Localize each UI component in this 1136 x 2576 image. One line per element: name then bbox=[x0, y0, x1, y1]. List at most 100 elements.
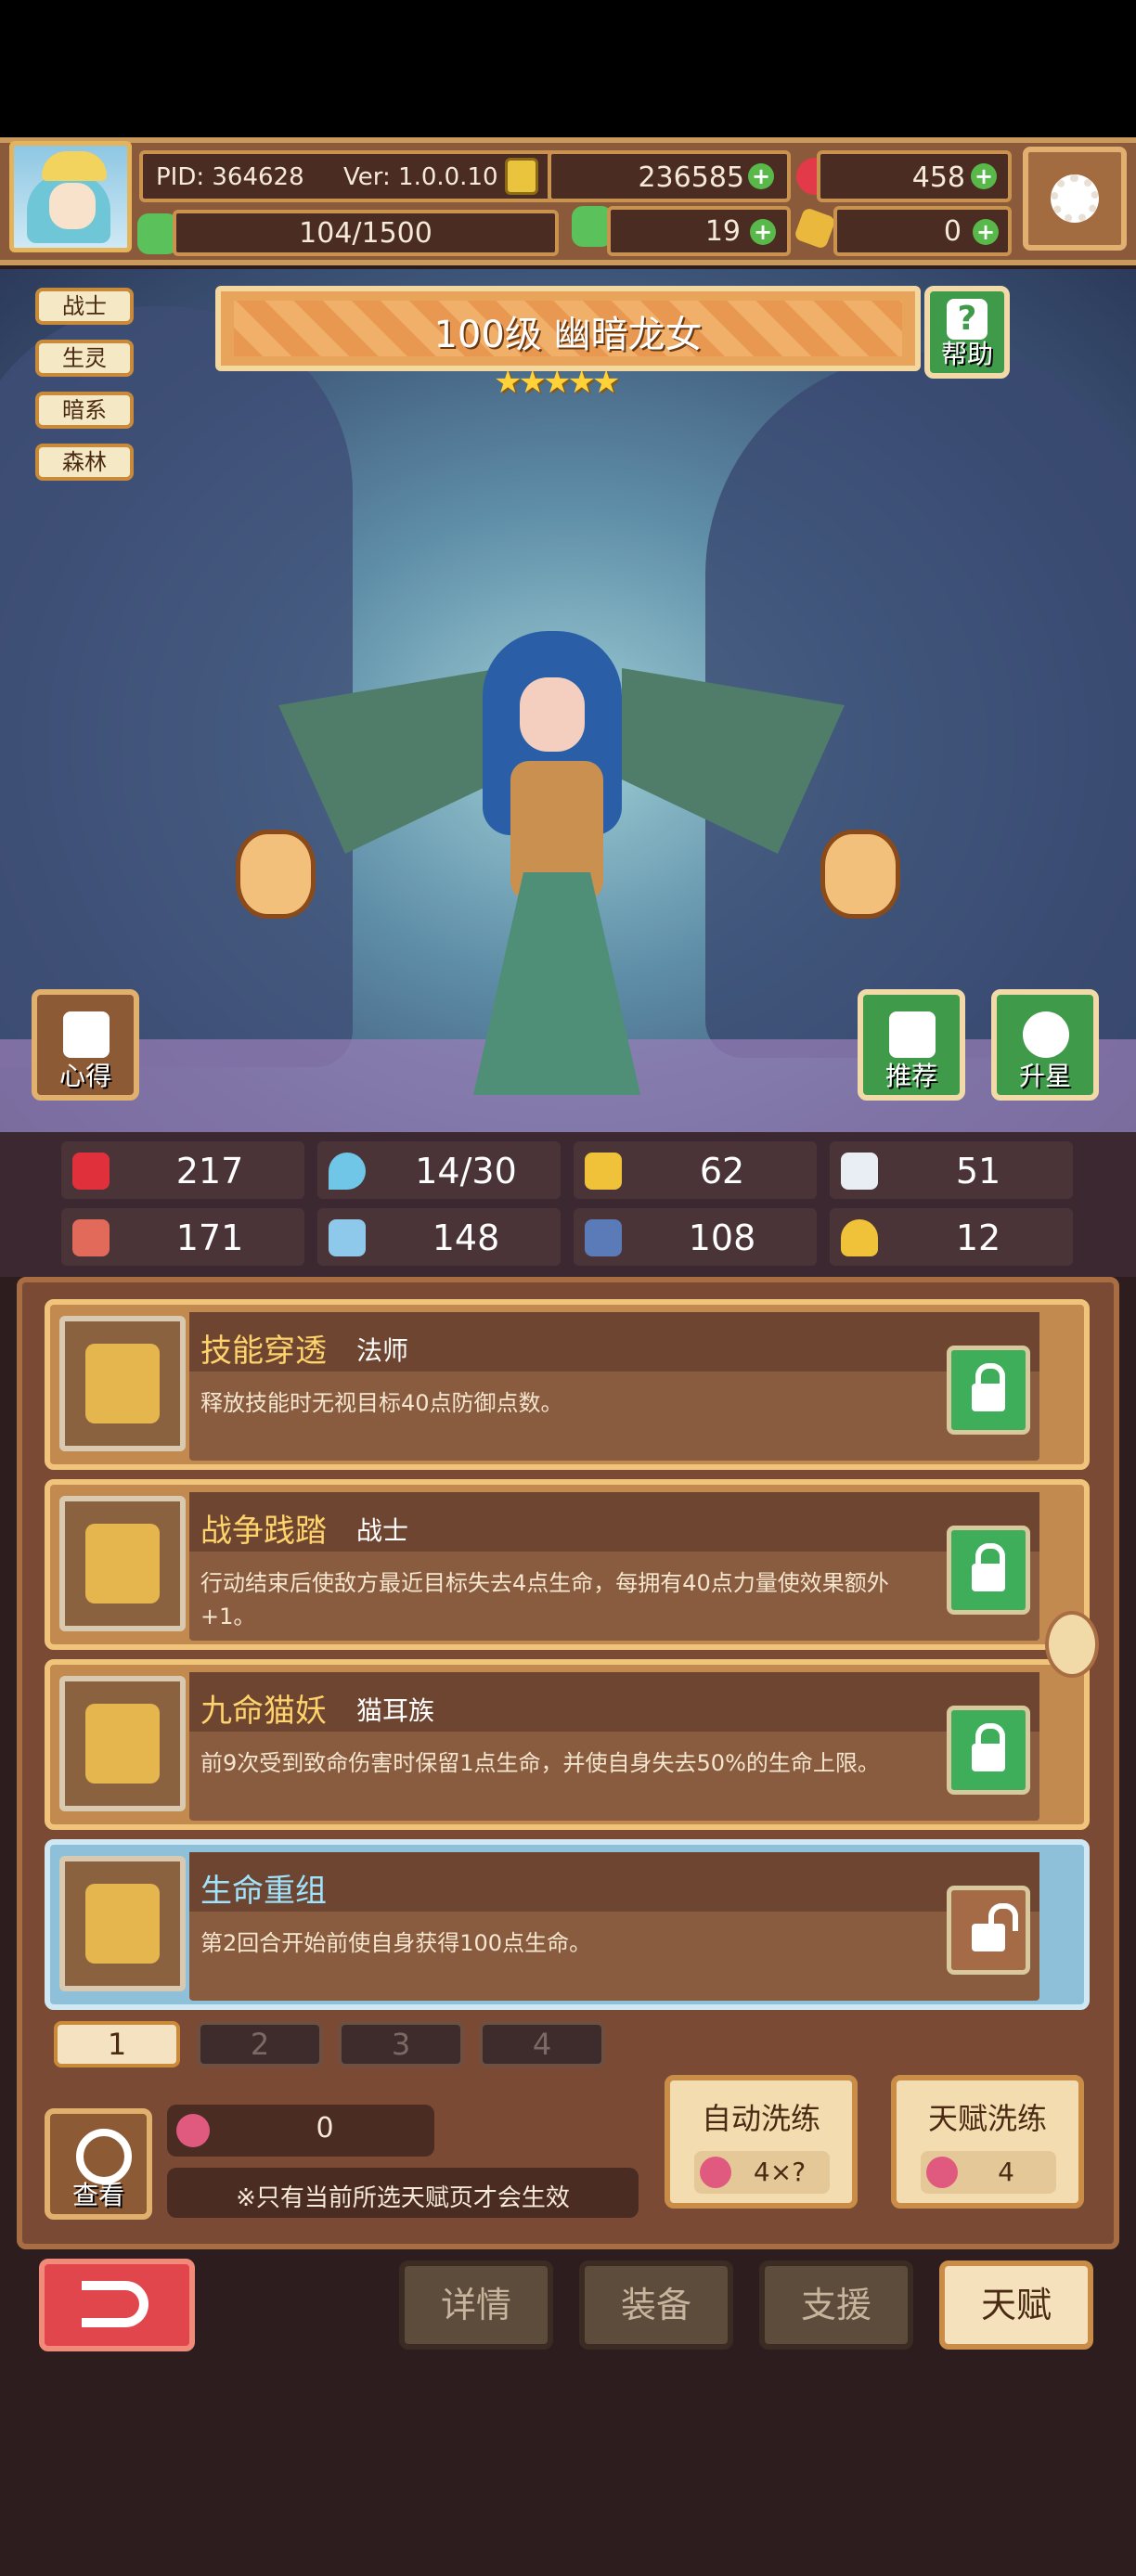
talent-desc: 释放技能时无视目标40点防御点数。 bbox=[200, 1390, 563, 1416]
clover-panel: 19 + bbox=[607, 206, 791, 256]
add-clover-icon[interactable]: + bbox=[750, 219, 776, 245]
shield-icon bbox=[585, 1153, 622, 1190]
tag-race: 生灵 bbox=[35, 340, 134, 377]
talent-desc: 第2回合开始前使自身获得100点生命。 bbox=[200, 1930, 592, 1956]
stat-luck-value: 12 bbox=[955, 1217, 1001, 1258]
crossed-swords-shield-icon bbox=[59, 1496, 186, 1631]
lock-icon[interactable] bbox=[947, 1526, 1030, 1615]
help-button[interactable]: ? 帮助 bbox=[924, 286, 1010, 379]
auto-train-button[interactable]: 自动洗练 4×? bbox=[665, 2075, 858, 2209]
talent-train-cost: 4 bbox=[998, 2157, 1014, 2187]
talent-card-1[interactable]: 技能穿透 法师 释放技能时无视目标40点防御点数。 bbox=[45, 1299, 1090, 1470]
talent-name: 生命重组 bbox=[200, 1873, 327, 1910]
pid-version-panel: PID: 364628 Ver: 1.0.0.10 bbox=[139, 150, 564, 202]
view-button[interactable]: 查看 bbox=[45, 2108, 152, 2220]
nav-equipment[interactable]: 装备 bbox=[579, 2260, 733, 2350]
gear-icon bbox=[1051, 174, 1099, 223]
talent-page-tab-1[interactable]: 1 bbox=[54, 2021, 180, 2067]
stat-speed-value: 51 bbox=[955, 1151, 1001, 1191]
talent-card-3[interactable]: 九命猫妖 猫耳族 前9次受到致命伤害时保留1点生命，并使自身失去50%的生命上限… bbox=[45, 1659, 1090, 1830]
hero-title-banner: 100级 幽暗龙女 bbox=[215, 286, 921, 371]
notice-text: ※只有当前所选天赋页才会生效 bbox=[236, 2184, 570, 2212]
upgrade-star-button[interactable]: 升星 bbox=[991, 989, 1099, 1101]
talent-card-body: 九命猫妖 猫耳族 前9次受到致命伤害时保留1点生命，并使自身失去50%的生命上限… bbox=[189, 1672, 1039, 1821]
wing-icon bbox=[841, 1153, 878, 1190]
talent-train-cost-box: 4 bbox=[921, 2151, 1056, 2194]
talent-card-2[interactable]: 战争践踏 战士 行动结束后使敌方最近目标失去4点生命，每拥有40点力量使效果额外… bbox=[45, 1479, 1090, 1650]
fruit-icon bbox=[700, 2157, 731, 2188]
next-hero-arrow-icon[interactable] bbox=[820, 830, 900, 919]
fruit-count: 0 bbox=[316, 2112, 334, 2145]
talent-page-tab-2[interactable]: 2 bbox=[197, 2021, 323, 2067]
back-button[interactable] bbox=[39, 2259, 195, 2351]
stat-defense: 62 bbox=[574, 1141, 817, 1199]
hero-skirt bbox=[473, 872, 640, 1095]
stat-agility: 108 bbox=[574, 1208, 817, 1266]
recommend-button[interactable]: 推荐 bbox=[858, 989, 965, 1101]
talent-name: 战争践踏 bbox=[200, 1513, 327, 1550]
talent-card-body: 战争践踏 战士 行动结束后使敌方最近目标失去4点生命，每拥有40点力量使效果额外… bbox=[189, 1492, 1039, 1641]
tag-element: 暗系 bbox=[35, 392, 134, 429]
talent-desc: 前9次受到致命伤害时保留1点生命，并使自身失去50%的生命上限。 bbox=[200, 1750, 880, 1776]
stat-hp-value: 217 bbox=[175, 1151, 244, 1191]
nav-support[interactable]: 支援 bbox=[759, 2260, 913, 2350]
key-panel: 0 + bbox=[833, 206, 1012, 256]
nav-talent[interactable]: 天赋 bbox=[939, 2260, 1093, 2350]
talent-train-button[interactable]: 天赋洗练 4 bbox=[891, 2075, 1084, 2209]
pid-text: PID: 364628 bbox=[156, 163, 304, 191]
player-avatar[interactable] bbox=[9, 141, 132, 252]
nav-details[interactable]: 详情 bbox=[399, 2260, 553, 2350]
notice-box: ※只有当前所选天赋页才会生效 bbox=[167, 2168, 639, 2218]
gold-panel: 236585 + bbox=[548, 150, 791, 202]
back-arrow-icon bbox=[82, 2281, 148, 2327]
notes-label: 心得 bbox=[58, 1061, 111, 1091]
settings-button[interactable] bbox=[1023, 147, 1127, 251]
talent-name: 九命猫妖 bbox=[200, 1693, 327, 1730]
cat-head-icon bbox=[59, 1676, 186, 1811]
talent-class: 战士 bbox=[356, 1515, 409, 1546]
thumbs-up-icon bbox=[889, 1011, 936, 1058]
stat-mana-value: 14/30 bbox=[415, 1151, 517, 1191]
fruit-icon bbox=[926, 2157, 958, 2188]
unlock-icon[interactable] bbox=[947, 1886, 1030, 1975]
prev-hero-arrow-icon[interactable] bbox=[236, 830, 316, 919]
stamina-value: 104/1500 bbox=[299, 217, 432, 250]
boot-icon bbox=[585, 1219, 622, 1256]
stamina-bar: 104/1500 bbox=[173, 210, 559, 256]
scroll-handle-icon[interactable] bbox=[1045, 1611, 1099, 1678]
talent-card-body: 生命重组 第2回合开始前使自身获得100点生命。 bbox=[189, 1852, 1039, 2001]
version-text: Ver: 1.0.0.10 bbox=[343, 163, 498, 191]
auto-train-label: 自动洗练 bbox=[701, 2101, 820, 2136]
hero-face bbox=[520, 677, 585, 752]
lock-icon[interactable] bbox=[947, 1706, 1030, 1795]
water-drop-icon bbox=[329, 1153, 366, 1190]
add-key-icon[interactable]: + bbox=[973, 219, 999, 245]
talent-page-tab-4[interactable]: 4 bbox=[479, 2021, 605, 2067]
hero-title: 100级 幽暗龙女 bbox=[433, 314, 703, 356]
notes-button[interactable]: 心得 bbox=[32, 989, 139, 1101]
recommend-label: 推荐 bbox=[884, 1061, 937, 1091]
lock-icon[interactable] bbox=[947, 1346, 1030, 1435]
fist-icon bbox=[72, 1219, 110, 1256]
view-label: 查看 bbox=[71, 2180, 124, 2210]
add-gold-icon[interactable]: + bbox=[748, 163, 774, 189]
talent-card-4[interactable]: 生命重组 第2回合开始前使自身获得100点生命。 bbox=[45, 1839, 1090, 2010]
stat-hp: 217 bbox=[61, 1141, 304, 1199]
tag-class: 战士 bbox=[35, 288, 134, 325]
stat-strength-value: 171 bbox=[175, 1217, 244, 1258]
staff-icon bbox=[59, 1316, 186, 1451]
upgrade-star-label: 升星 bbox=[1018, 1061, 1071, 1091]
heart-icon bbox=[72, 1153, 110, 1190]
talent-desc: 行动结束后使敌方最近目标失去4点生命，每拥有40点力量使效果额外+1。 bbox=[200, 1570, 889, 1629]
talent-page-tab-3[interactable]: 3 bbox=[338, 2021, 464, 2067]
hero-sprite bbox=[278, 594, 845, 1095]
book-icon bbox=[329, 1219, 366, 1256]
stat-intellect-value: 148 bbox=[432, 1217, 500, 1258]
talent-card-body: 技能穿透 法师 释放技能时无视目标40点防御点数。 bbox=[189, 1312, 1039, 1461]
stat-defense-value: 62 bbox=[699, 1151, 745, 1191]
add-gem-icon[interactable]: + bbox=[971, 163, 997, 189]
stat-agility-value: 108 bbox=[688, 1217, 756, 1258]
status-bar-area bbox=[0, 0, 1136, 137]
fruit-icon bbox=[176, 2114, 210, 2147]
auto-train-cost: 4×? bbox=[753, 2157, 807, 2187]
